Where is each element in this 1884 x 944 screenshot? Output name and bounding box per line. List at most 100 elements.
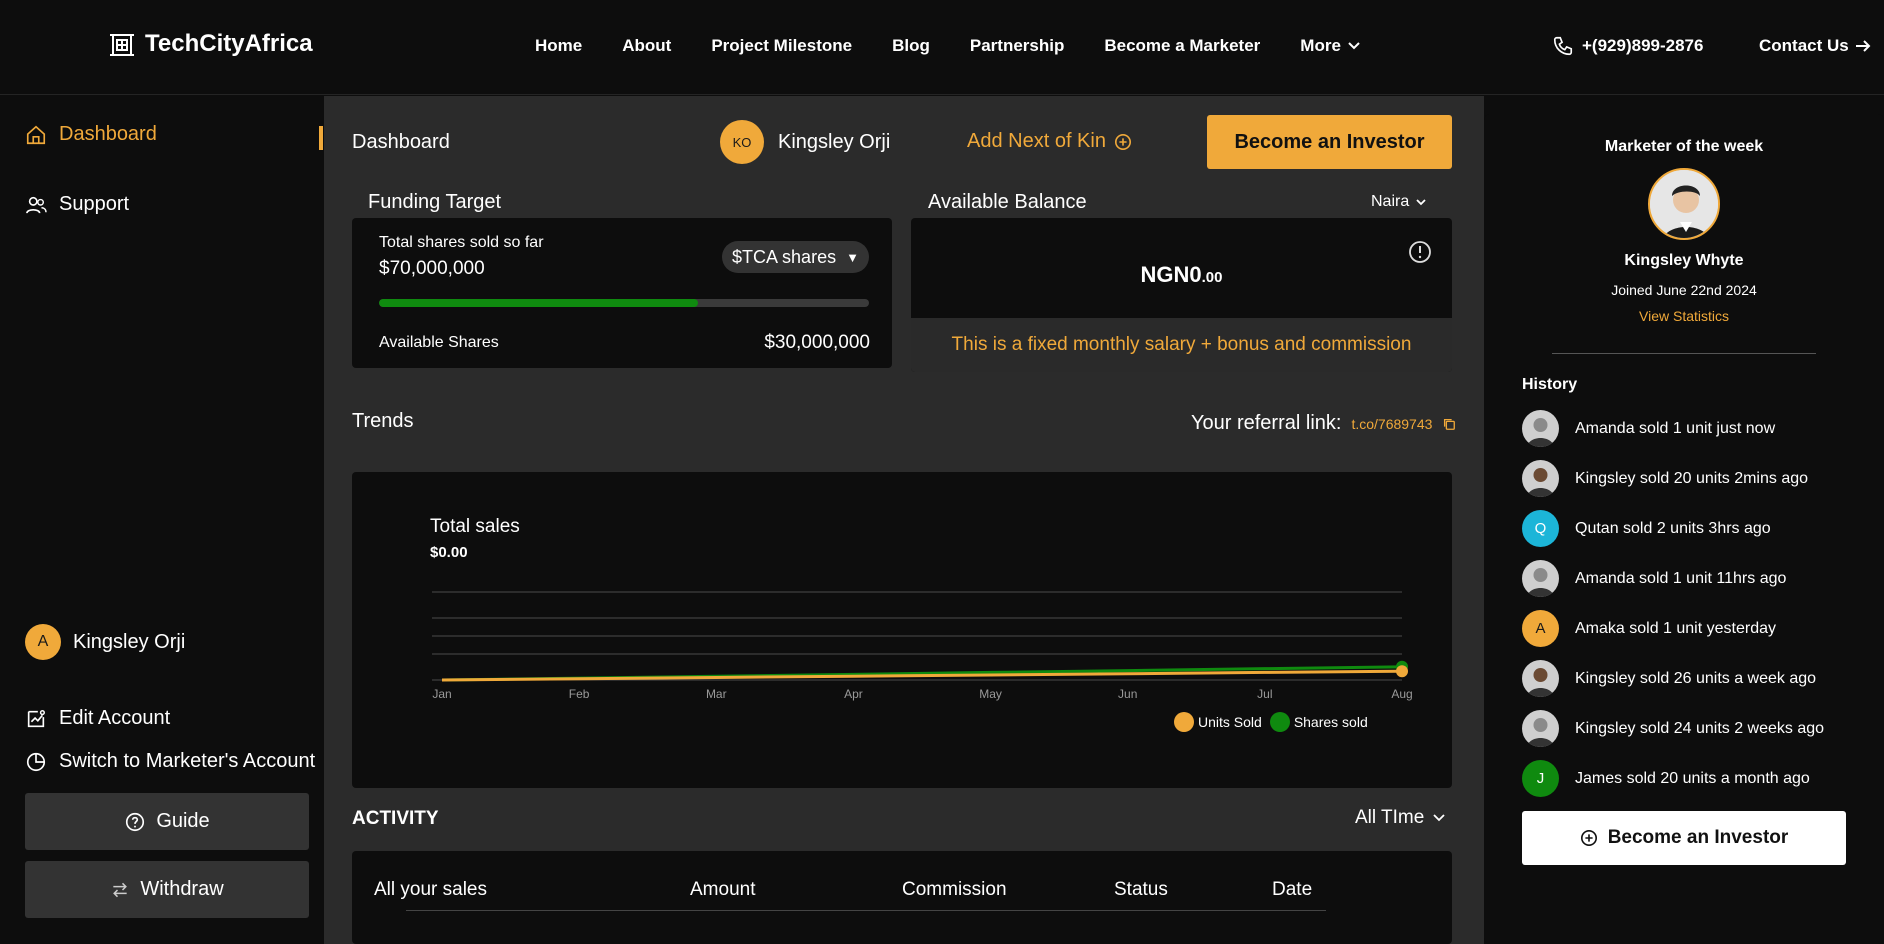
x-tick-label: Jun — [1118, 687, 1137, 701]
marketer-avatar[interactable] — [1648, 168, 1720, 240]
nav-more[interactable]: More — [1300, 36, 1361, 56]
withdraw-button[interactable]: Withdraw — [25, 861, 309, 918]
swap-arrows-icon — [113, 882, 128, 897]
x-tick-label: Jul — [1257, 687, 1272, 701]
guide-label: Guide — [156, 810, 210, 832]
legend-label: Units Sold — [1198, 714, 1262, 730]
column-header[interactable]: All your sales — [374, 879, 487, 901]
history-item: Kingsley sold 20 units 2mins ago — [1522, 460, 1808, 497]
referral-url[interactable]: t.co/7689743 — [1351, 416, 1432, 432]
history-text: Kingsley sold 20 units 2mins ago — [1575, 469, 1809, 487]
pie-chart-icon — [26, 752, 46, 771]
chevron-down-icon — [1348, 42, 1360, 50]
balance-decimal: .00 — [1201, 269, 1223, 286]
nav-home[interactable]: Home — [535, 36, 582, 56]
legend-shares-sold[interactable]: Shares sold — [1269, 712, 1368, 732]
avatar — [1522, 710, 1559, 747]
x-tick-label: Aug — [1391, 687, 1412, 701]
x-tick-label: Jan — [432, 687, 451, 701]
logo-text: TechCityAfrica — [145, 30, 313, 57]
sidebar-item-support[interactable]: Support — [25, 193, 129, 216]
chevron-down-icon — [1433, 814, 1445, 822]
main-nav: Home About Project Milestone Blog Partne… — [535, 36, 1361, 56]
column-header[interactable]: Amount — [690, 879, 755, 901]
become-investor-button-secondary[interactable]: Become an Investor — [1522, 811, 1846, 865]
history-text: Kingsley sold 24 units 2 weeks ago — [1575, 719, 1825, 737]
guide-button[interactable]: Guide — [25, 793, 309, 850]
history-item: Q Qutan sold 2 units 3hrs ago — [1522, 510, 1771, 547]
chart-legend: Units Sold Shares sold — [1174, 712, 1368, 732]
avatar — [1522, 460, 1559, 497]
x-tick-label: Apr — [844, 687, 863, 701]
history-item: Amanda sold 1 unit 11hrs ago — [1522, 560, 1786, 597]
sidebar-item-dashboard[interactable]: Dashboard — [25, 123, 157, 146]
referral-label: Your referral link: — [1191, 412, 1342, 434]
history-text: James sold 20 units a month ago — [1575, 769, 1810, 787]
users-icon — [26, 196, 47, 213]
sidebar-user-name: Kingsley Orji — [73, 630, 186, 653]
currency-select[interactable]: Naira — [1371, 193, 1427, 211]
sidebar-user[interactable]: A Kingsley Orji — [25, 624, 185, 660]
sidebar-item-edit-account[interactable]: Edit Account — [25, 707, 170, 730]
contact-us-link[interactable]: Contact Us — [1759, 36, 1871, 56]
sidebar-item-switch-account[interactable]: Switch to Marketer's Account — [25, 750, 315, 773]
history-text: Qutan sold 2 units 3hrs ago — [1575, 519, 1771, 537]
add-kin-label: Add Next of Kin — [967, 130, 1106, 152]
funding-target-label: Funding Target — [368, 191, 502, 213]
plus-circle-icon — [1114, 133, 1131, 150]
edit-chart-icon — [27, 709, 45, 727]
shares-sold-label: Total shares sold so far — [379, 234, 544, 251]
history-text: Amaka sold 1 unit yesterday — [1575, 619, 1776, 637]
activity-title: ACTIVITY — [352, 808, 439, 829]
nav-partnership[interactable]: Partnership — [970, 36, 1064, 56]
sidebar-item-label: Switch to Marketer's Account — [59, 750, 316, 772]
user-chip[interactable]: KO Kingsley Orji — [720, 120, 890, 164]
balance-note: This is a fixed monthly salary + bonus a… — [911, 318, 1452, 372]
column-header[interactable]: Date — [1272, 879, 1312, 901]
history-text: Amanda sold 1 unit 11hrs ago — [1575, 569, 1787, 587]
funding-progress-bar — [379, 299, 869, 307]
avatar: Q — [1522, 510, 1559, 547]
avatar: KO — [720, 120, 764, 164]
activity-filter-value: All TIme — [1355, 807, 1425, 828]
history-text: Amanda sold 1 unit just now — [1575, 419, 1776, 437]
column-header[interactable]: Status — [1114, 879, 1168, 901]
column-header[interactable]: Commission — [902, 879, 1007, 901]
marketer-name: Kingsley Whyte — [1624, 252, 1744, 269]
nav-about[interactable]: About — [622, 36, 671, 56]
avatar — [1522, 560, 1559, 597]
balance-card: NGN0.00 This is a fixed monthly salary +… — [911, 218, 1452, 372]
copy-icon[interactable] — [1442, 417, 1456, 431]
available-shares-value: $30,000,000 — [764, 332, 870, 353]
phone-number: +(929)899-2876 — [1582, 36, 1704, 55]
add-next-of-kin-button[interactable]: Add Next of Kin — [967, 130, 1132, 153]
become-investor-button[interactable]: Become an Investor — [1207, 115, 1452, 169]
plus-circle-icon — [1580, 829, 1597, 847]
chart-plot: Jan Feb Mar Apr May Jun Jul Aug — [432, 591, 1413, 701]
currency-value: Naira — [1371, 193, 1410, 210]
legend-label: Shares sold — [1293, 714, 1368, 730]
marketer-panel: Marketer of the week Kingsley Whyte Join… — [1484, 114, 1884, 944]
top-navbar: TechCityAfrica Home About Project Milest… — [0, 0, 1884, 95]
funding-card: Total shares sold so far $70,000,000 $TC… — [352, 218, 892, 368]
nav-project-milestone[interactable]: Project Milestone — [711, 36, 852, 56]
activity-filter-select[interactable]: All TIme — [1355, 807, 1446, 829]
person-photo-icon — [1650, 170, 1718, 238]
available-balance-label: Available Balance — [928, 191, 1087, 213]
info-icon[interactable] — [1408, 240, 1432, 264]
history-item: J James sold 20 units a month ago — [1522, 760, 1810, 797]
data-point[interactable] — [1396, 665, 1408, 678]
legend-units-sold[interactable]: Units Sold — [1174, 712, 1262, 732]
nav-become-marketer[interactable]: Become a Marketer — [1104, 36, 1260, 56]
balance-main: NGN0 — [1140, 262, 1202, 287]
arrow-right-icon — [1855, 40, 1871, 52]
phone-link[interactable]: +(929)899-2876 — [1552, 35, 1703, 57]
share-type-select[interactable]: $TCA shares ▼ — [722, 241, 869, 273]
view-statistics-link[interactable]: View Statistics — [1484, 308, 1884, 324]
history-item: A Amaka sold 1 unit yesterday — [1522, 610, 1776, 647]
header-divider — [406, 910, 1326, 911]
avatar — [1522, 660, 1559, 697]
logo[interactable]: TechCityAfrica — [108, 30, 313, 58]
history-text: Kingsley sold 26 units a week ago — [1575, 669, 1817, 687]
nav-blog[interactable]: Blog — [892, 36, 930, 56]
